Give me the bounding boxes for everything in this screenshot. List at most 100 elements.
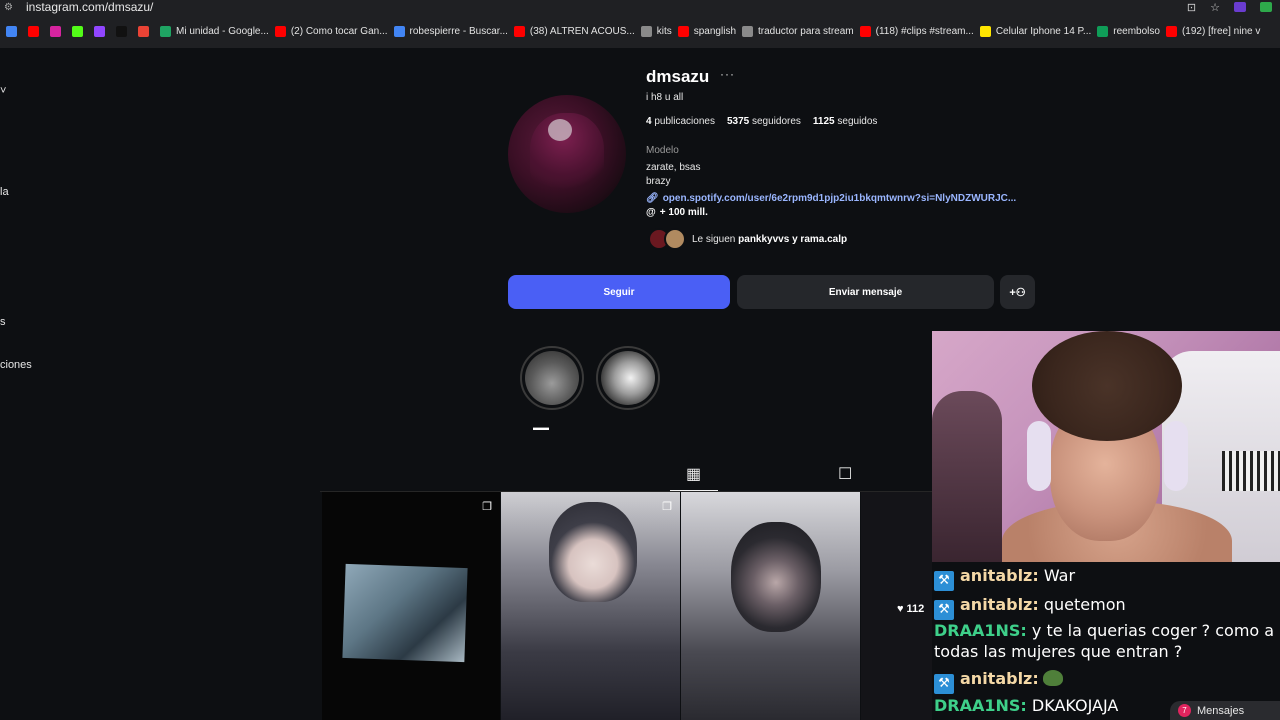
tiktok-icon <box>116 25 127 37</box>
heart-icon: ♥ <box>897 603 904 615</box>
sidebar-chevron-icon[interactable]: ˅ <box>0 85 6 97</box>
bookmark-label: reembolso <box>1113 25 1160 37</box>
profile-link-text[interactable]: open.spotify.com/user/6e2rpm9d1pjp2iu1bk… <box>663 193 1017 204</box>
posts-count-stat: 4 publicaciones <box>646 116 715 127</box>
carousel-icon: ❐ <box>482 501 492 513</box>
youtube-icon <box>28 25 39 37</box>
suggested-users-button[interactable]: +⚇ <box>1000 275 1035 309</box>
bookmark-label: (118) #clips #stream... <box>875 25 974 37</box>
globe-icon <box>742 25 754 37</box>
profile-link[interactable]: 🔗︎ open.spotify.com/user/6e2rpm9d1pjp2iu… <box>646 193 1016 204</box>
bookmark-label: spanglish <box>693 25 737 37</box>
bookmark-item[interactable]: Mi unidad - Google... <box>160 14 269 48</box>
bookmark-item[interactable]: (38) ALTREN ACOUS... <box>513 14 635 48</box>
chat-text: y te la querias coger ? como a <box>1026 621 1275 640</box>
moderator-badge-icon: ⚒ <box>934 571 954 591</box>
bookmark-label: Celular Iphone 14 P... <box>995 25 1092 37</box>
followed-by-prefix: Le siguen <box>692 233 736 245</box>
posts-count: 4 <box>646 116 652 127</box>
post-thumbnail[interactable]: ❐ <box>501 492 680 720</box>
post-likes-overlay: ♥ 112 <box>897 603 924 615</box>
post-thumbnail[interactable]: ❐ <box>322 492 500 720</box>
profile-avatar[interactable] <box>508 95 626 213</box>
bookmark-item[interactable] <box>138 14 154 48</box>
extension-icon[interactable] <box>1234 2 1246 12</box>
avatar-face <box>548 119 572 141</box>
bookmark-item[interactable] <box>28 14 44 48</box>
extension-icon[interactable] <box>1260 2 1272 12</box>
sidebar-item-fragment[interactable]: s <box>0 316 6 328</box>
bookmark-item[interactable]: (2) Como tocar Gan... <box>274 14 388 48</box>
bookmark-item[interactable]: Celular Iphone 14 P... <box>979 14 1092 48</box>
messages-button[interactable]: 7 Mensajes <box>1170 701 1280 720</box>
more-options-icon[interactable]: ··· <box>720 67 735 81</box>
bookmark-item[interactable] <box>116 14 132 48</box>
toolbar-right: ⊡ ☆ <box>1187 0 1272 14</box>
youtube-icon <box>274 25 286 37</box>
chat-username: anitablz <box>960 595 1033 614</box>
bookmark-item[interactable] <box>6 14 22 48</box>
following-count: 1125 <box>812 116 835 127</box>
post-thumbnail[interactable] <box>681 492 860 720</box>
threads-icon: @ <box>646 207 656 218</box>
youtube-icon <box>513 25 525 37</box>
bookmark-item[interactable]: kits <box>640 14 672 48</box>
screen: { "browser": { "url": "instagram.com/dms… <box>0 0 1280 720</box>
story-highlight[interactable] <box>596 346 660 410</box>
install-app-icon[interactable]: ⊡ <box>1187 1 1196 14</box>
profile-stats: 4 publicaciones 5375 seguidores 1125 seg… <box>646 116 877 127</box>
gmail-icon <box>138 25 149 37</box>
bookmark-item[interactable]: robespierre - Buscar... <box>393 14 508 48</box>
bookmark-star-icon[interactable]: ☆ <box>1210 1 1220 14</box>
address-bar[interactable]: ⚙ instagram.com/dmsazu/ ⊡ ☆ <box>0 0 1280 14</box>
bookmark-label: Mi unidad - Google... <box>176 25 269 37</box>
followers-label: seguidores <box>751 116 801 127</box>
chat-username: anitablz <box>960 669 1033 688</box>
bookmark-item[interactable] <box>50 14 66 48</box>
bookmark-label: (38) ALTREN ACOUS... <box>529 25 635 37</box>
followers-stat[interactable]: 5375 seguidores <box>727 116 801 127</box>
url-text[interactable]: instagram.com/dmsazu/ <box>26 0 153 14</box>
chat-emote-icon <box>1042 670 1063 686</box>
stream-chat: ⚒ anitablz: War ⚒ anitablz: quetemon DRAA1NS… <box>932 562 1280 720</box>
post-image <box>342 563 468 663</box>
posts-grid-tab-icon[interactable]: ▦ <box>686 464 701 484</box>
posts-label: publicaciones <box>654 116 715 127</box>
bookmark-item[interactable]: reembolso <box>1097 14 1160 48</box>
chat-username: DRAA1NS <box>934 696 1021 715</box>
bookmark-item[interactable]: spanglish <box>677 14 737 48</box>
bookmark-label: traductor para stream <box>758 25 854 37</box>
messages-label: Mensajes <box>1197 704 1245 717</box>
moderator-badge-icon: ⚒ <box>934 674 954 694</box>
carousel-icon: ❐ <box>662 501 672 513</box>
bookmark-item[interactable]: (192) [free] nine v <box>1165 14 1260 48</box>
webcam-overlay <box>932 331 1280 562</box>
messages-unread-count: 7 <box>1178 704 1191 717</box>
sidebar-item-fragment[interactable]: la <box>0 186 9 198</box>
chat-separator: : <box>1032 669 1039 688</box>
webcam-background <box>932 391 1002 562</box>
bookmarks-bar: Mi unidad - Google... (2) Como tocar Gan.… <box>0 14 1280 48</box>
follow-button[interactable]: Seguir <box>508 275 730 309</box>
bookmark-item[interactable] <box>72 14 88 48</box>
highlight-image <box>601 351 655 405</box>
site-settings-icon[interactable]: ⚙ <box>4 2 20 13</box>
highlight-label: ▬▬ <box>533 423 549 432</box>
following-stat[interactable]: 1125 seguidos <box>813 116 878 127</box>
threads-badge[interactable]: @ + 100 mill. <box>646 207 708 218</box>
folder-icon <box>640 25 652 37</box>
instagram-icon <box>50 25 61 37</box>
bookmark-item[interactable] <box>94 14 110 48</box>
sidebar-item-fragment[interactable]: ciones <box>0 359 32 371</box>
tagged-tab-icon[interactable]: ☐ <box>838 464 852 484</box>
youtube-icon <box>1165 25 1177 37</box>
bookmark-item[interactable]: (118) #clips #stream... <box>859 14 974 48</box>
send-message-button[interactable]: Enviar mensaje <box>737 275 994 309</box>
likes-count: 112 <box>906 603 925 615</box>
followed-by[interactable]: Le siguen pankkyvvs y rama.calp <box>648 228 847 250</box>
kick-icon <box>72 25 83 37</box>
bookmark-item[interactable]: traductor para stream <box>742 14 854 48</box>
youtube-icon <box>859 25 871 37</box>
story-highlight[interactable] <box>520 346 584 410</box>
link-icon: 🔗︎ <box>646 193 659 204</box>
